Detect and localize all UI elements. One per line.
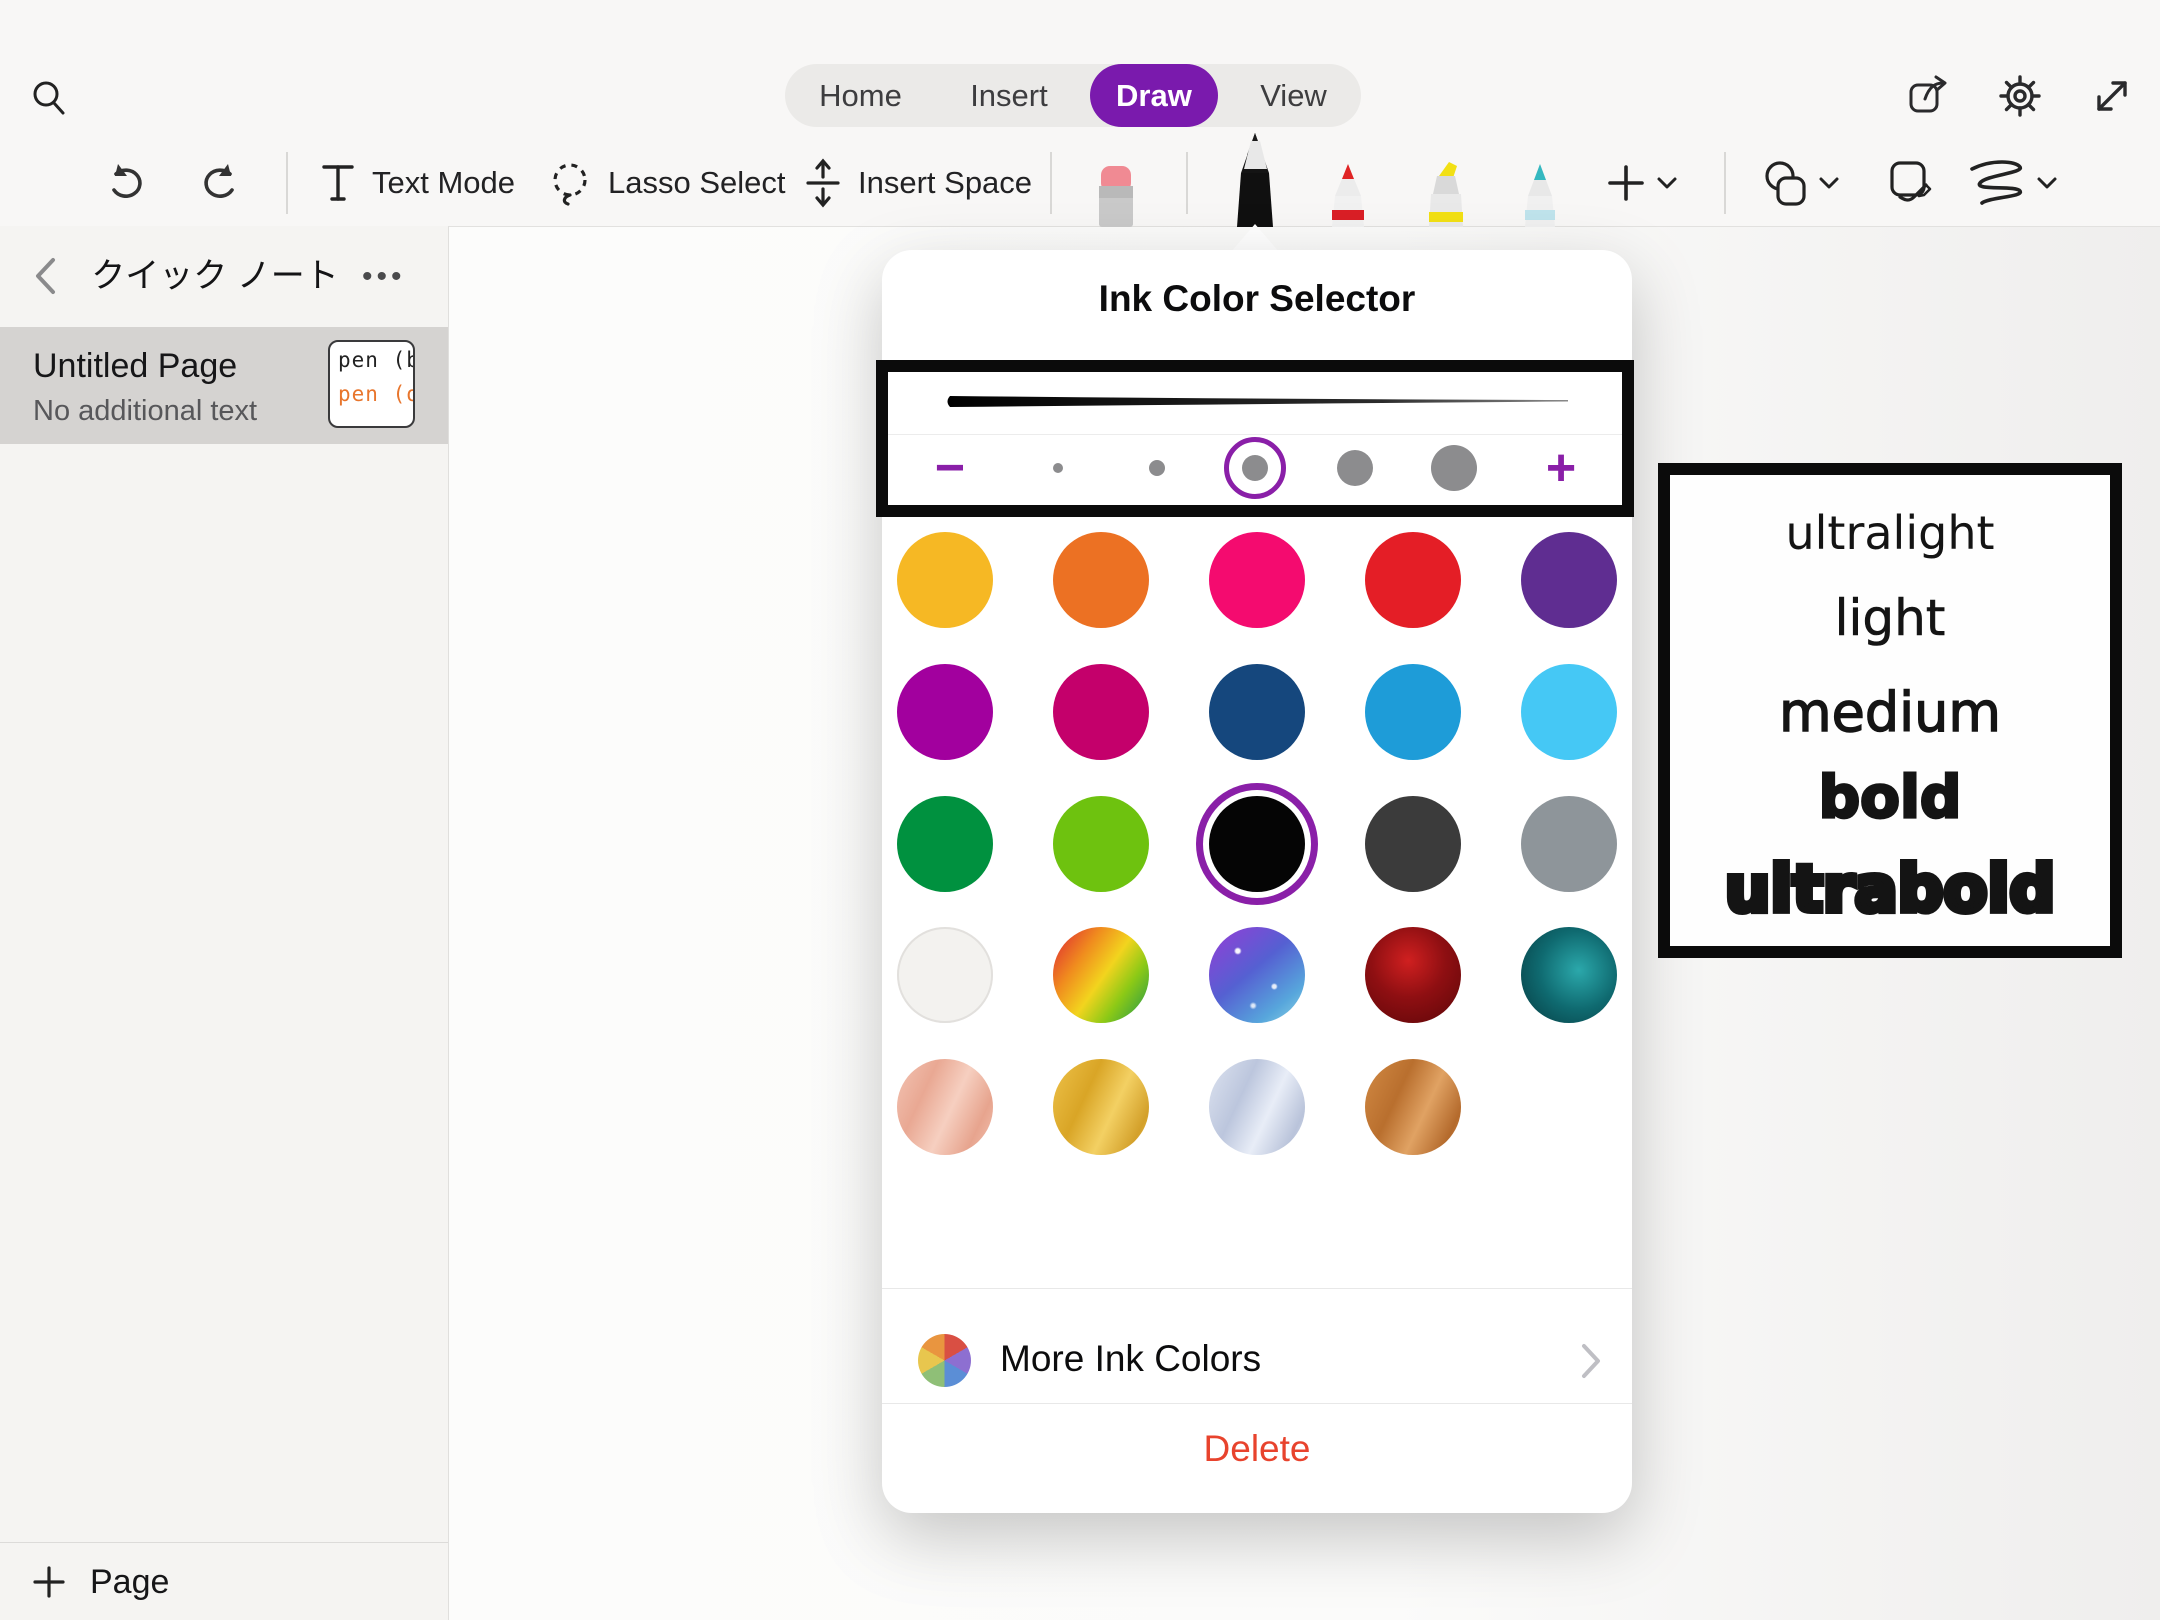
ribbon-tab-bar: Home Insert Draw View [785, 64, 1361, 127]
color-swatch-blue[interactable] [1365, 664, 1461, 760]
shapes-button[interactable] [1758, 156, 1840, 210]
thumbnail-line-1: pen (bl [338, 348, 409, 372]
lasso-select-icon [544, 157, 596, 209]
text-mode-icon [318, 161, 358, 205]
popup-arrow [1231, 224, 1279, 252]
redo-button[interactable] [195, 159, 243, 207]
page-list-item[interactable]: Untitled Page No additional text pen (bl… [0, 327, 448, 444]
lasso-select-label: Lasso Select [608, 165, 786, 201]
sidebar: クイック ノート ••• Untitled Page No additional… [0, 226, 449, 1620]
color-swatch-orange[interactable] [1053, 532, 1149, 628]
eraser-tool[interactable] [1088, 164, 1144, 227]
sidebar-header: クイック ノート ••• [0, 226, 448, 326]
color-swatch-black[interactable] [1209, 796, 1305, 892]
divider [1186, 152, 1188, 214]
color-swatch-bronze[interactable] [1365, 1059, 1461, 1155]
color-swatch-rainbow-glitter[interactable] [1053, 927, 1149, 1023]
lasso-select-button[interactable]: Lasso Select [544, 156, 786, 210]
color-swatch-light-blue[interactable] [1521, 664, 1617, 760]
chevron-down-icon [2036, 175, 2058, 191]
onenote-app: Home Insert Draw View Text Mode Lasso Selec… [0, 0, 2160, 1620]
divider [1050, 152, 1052, 214]
add-page-button[interactable]: Page [0, 1542, 448, 1620]
add-pen-button[interactable] [1604, 156, 1678, 210]
ink-to-text-button[interactable] [1884, 156, 1938, 210]
divider [882, 1403, 1632, 1404]
stroke-sample-bold: bold [1670, 763, 2110, 831]
tab-draw[interactable]: Draw [1090, 64, 1218, 127]
chevron-right-icon [1580, 1342, 1602, 1380]
more-options-icon[interactable]: ••• [362, 260, 422, 294]
color-swatch-navy[interactable] [1209, 664, 1305, 760]
color-swatch-magenta[interactable] [897, 664, 993, 760]
stroke-sample-ultrabold: ultrabold [1670, 853, 2110, 927]
color-swatch-purple[interactable] [1521, 532, 1617, 628]
ink-to-text-icon [1886, 157, 1936, 209]
fullscreen-icon[interactable] [2088, 72, 2136, 120]
page-title: Untitled Page [33, 347, 237, 386]
back-chevron-icon[interactable] [32, 256, 58, 296]
more-ink-colors-label: More Ink Colors [1000, 1338, 1261, 1380]
color-swatch-grid [882, 250, 1632, 1250]
add-page-label: Page [90, 1563, 169, 1602]
stroke-sample-light: light [1670, 589, 2110, 647]
delete-pen-button[interactable]: Delete [882, 1428, 1632, 1470]
chevron-down-icon [1656, 175, 1678, 191]
color-swatch-silver[interactable] [1209, 1059, 1305, 1155]
color-swatch-lime[interactable] [1053, 796, 1149, 892]
color-swatch-teal-texture[interactable] [1521, 927, 1617, 1023]
highlighter-yellow[interactable] [1419, 160, 1473, 227]
color-swatch-galaxy[interactable] [1209, 927, 1305, 1023]
insert-space-label: Insert Space [858, 165, 1032, 201]
tab-home[interactable]: Home [793, 64, 928, 127]
color-wheel-icon [918, 1334, 971, 1387]
color-swatch-yellow[interactable] [897, 532, 993, 628]
share-icon[interactable] [1904, 72, 1952, 120]
plus-icon [30, 1563, 68, 1601]
color-swatch-gray[interactable] [1521, 796, 1617, 892]
color-swatch-dark-gray[interactable] [1365, 796, 1461, 892]
stroke-sample-ultralight: ultralight [1670, 506, 2110, 560]
search-icon[interactable] [27, 76, 71, 120]
pen-red[interactable] [1323, 162, 1373, 227]
top-toolbar: Home Insert Draw View Text Mode Lasso Selec… [0, 0, 2160, 227]
color-swatch-gold[interactable] [1053, 1059, 1149, 1155]
text-mode-label: Text Mode [372, 165, 515, 201]
page-subtitle: No additional text [33, 395, 257, 428]
thumbnail-line-2: pen (ora [338, 382, 409, 406]
color-swatch-dark-pink[interactable] [1053, 664, 1149, 760]
divider [286, 152, 288, 214]
insert-space-icon [800, 157, 846, 209]
color-swatch-green[interactable] [897, 796, 993, 892]
pen-teal[interactable] [1515, 162, 1565, 227]
stroke-sample-medium: medium [1670, 681, 2110, 744]
notebook-title: クイック ノート [90, 226, 340, 326]
plus-icon [1604, 161, 1648, 205]
color-swatch-pink[interactable] [1209, 532, 1305, 628]
insert-space-button[interactable]: Insert Space [800, 156, 1032, 210]
tab-insert[interactable]: Insert [944, 64, 1074, 127]
settings-gear-icon[interactable] [1996, 72, 2044, 120]
stroke-weight-sample-box: ultralight light medium bold ultrabold [1658, 463, 2122, 958]
color-swatch-rose-gold[interactable] [897, 1059, 993, 1155]
color-swatch-dark-red-texture[interactable] [1365, 927, 1461, 1023]
shapes-icon [1758, 158, 1810, 208]
color-swatch-white[interactable] [897, 927, 993, 1023]
ink-squiggle-icon [1966, 157, 2028, 209]
undo-button[interactable] [103, 159, 151, 207]
tab-view[interactable]: View [1234, 64, 1353, 127]
ink-effects-button[interactable] [1966, 156, 2058, 210]
pen-black-selected[interactable] [1227, 131, 1283, 227]
text-mode-button[interactable]: Text Mode [318, 156, 515, 210]
divider [1724, 152, 1726, 214]
color-swatch-red[interactable] [1365, 532, 1461, 628]
page-thumbnail: pen (bl pen (ora [328, 340, 415, 428]
chevron-down-icon [1818, 175, 1840, 191]
